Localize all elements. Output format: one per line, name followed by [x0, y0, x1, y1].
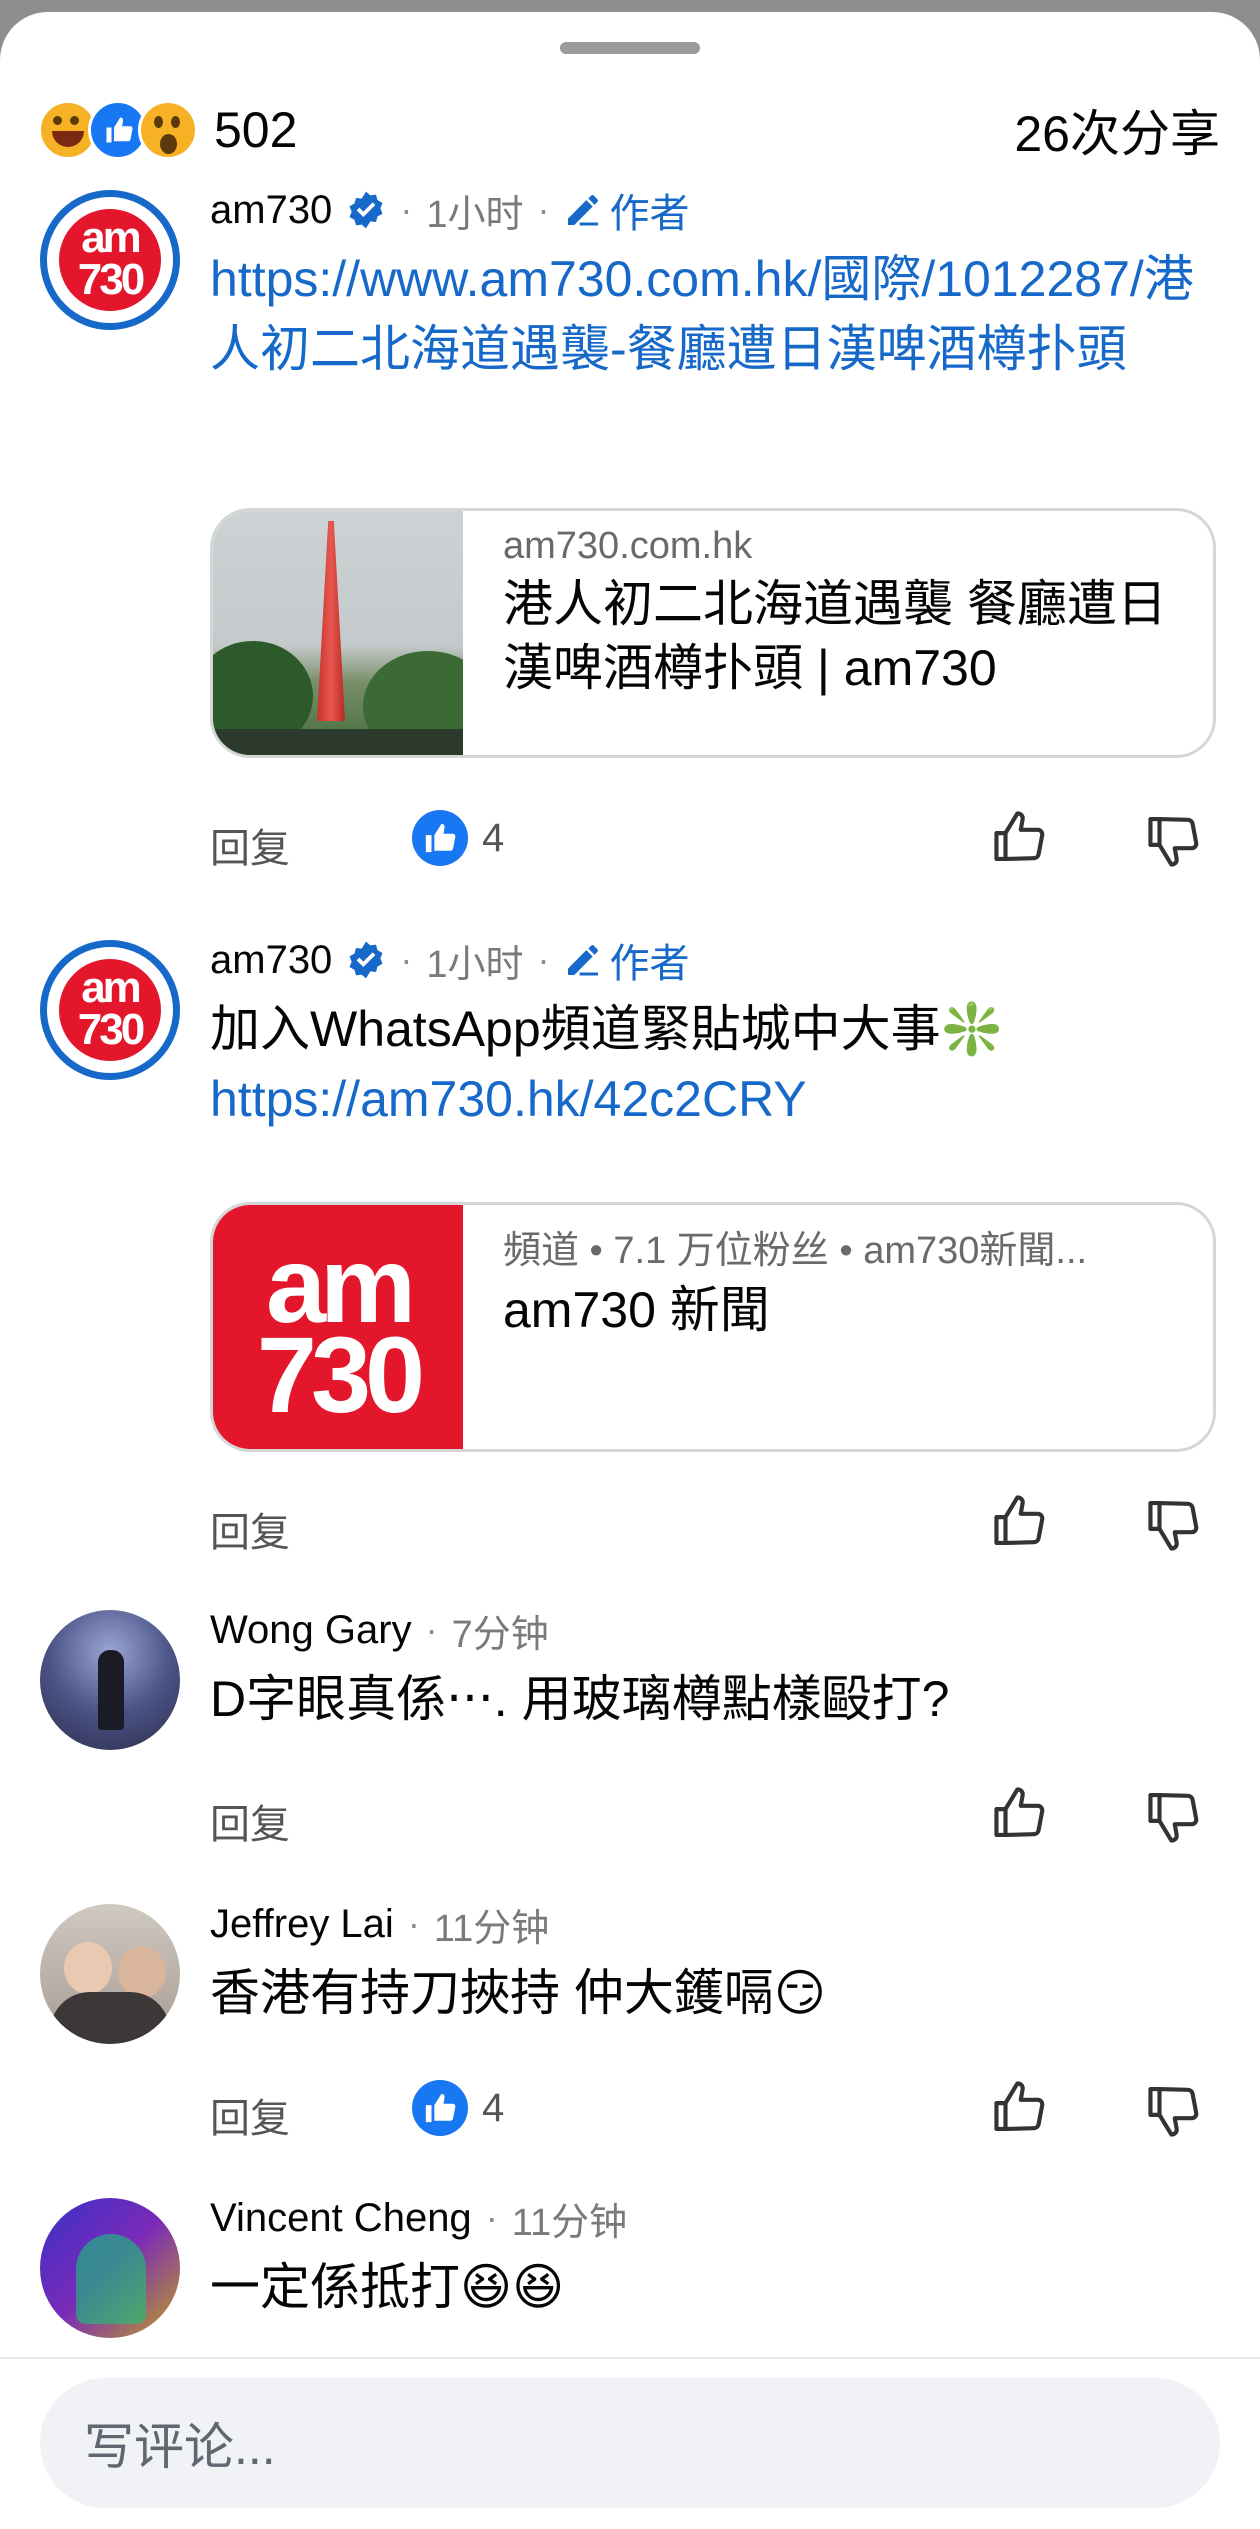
- avatar[interactable]: [40, 2198, 180, 2338]
- reply-button[interactable]: 回复: [210, 816, 290, 874]
- comment-link[interactable]: https://www.am730.com.hk/國際/1012287/港人初二…: [210, 251, 1194, 377]
- comment-text: 加入WhatsApp頻道緊貼城中大事❇️: [210, 1001, 1003, 1057]
- avatar[interactable]: [40, 1904, 180, 2044]
- like-icon: [412, 2080, 468, 2136]
- avatar-logo-bottom: 730: [77, 1005, 145, 1054]
- comment-actions: 回复 4: [210, 2076, 1220, 2146]
- wow-icon: [138, 100, 198, 160]
- comment-actions: 回复: [210, 1782, 1220, 1852]
- avatar[interactable]: am 730: [40, 190, 180, 330]
- commenter-name[interactable]: am730: [210, 188, 332, 233]
- comment-likes[interactable]: 4: [412, 810, 504, 866]
- reply-button[interactable]: 回复: [210, 2086, 290, 2144]
- comment-time: 1小时: [426, 193, 524, 236]
- channel-logo-bottom: 730: [256, 1314, 425, 1435]
- thumbs-up-icon[interactable]: [990, 2076, 1052, 2138]
- avatar[interactable]: am 730: [40, 940, 180, 1080]
- thumbs-down-icon[interactable]: [1144, 1494, 1206, 1556]
- composer-divider: [0, 2357, 1260, 2359]
- pencil-icon: [568, 195, 599, 226]
- comment-actions: 回复 4: [210, 806, 1220, 876]
- thumbs-up-icon[interactable]: [990, 806, 1052, 868]
- comment-link[interactable]: https://am730.hk/42c2CRY: [210, 1064, 1220, 1134]
- comments-sheet: 502 26次分享 am 730 am730 · 1小时 · 作者 https:/…: [0, 12, 1260, 2529]
- link-title: am730 新聞: [503, 1282, 770, 1338]
- link-title: 港人初二北海道遇襲 餐廳遭日漢啤酒樽扑頭 | am730: [503, 576, 1167, 696]
- author-badge: 作者: [563, 931, 689, 989]
- link-domain: am730.com.hk: [503, 525, 753, 567]
- channel-logo: am 730: [213, 1205, 463, 1449]
- link-preview-card[interactable]: am 730 頻道 • 7.1 万位粉丝 • am730新聞... am730 …: [210, 1202, 1216, 1452]
- comment-input[interactable]: 写评论...: [40, 2378, 1220, 2508]
- comment-likes[interactable]: 4: [412, 2080, 504, 2136]
- author-label: 作者: [609, 942, 690, 986]
- link-thumbnail: [213, 511, 463, 755]
- share-count[interactable]: 26次分享: [1014, 94, 1220, 166]
- comment-text: D字眼真係‧‧‧. 用玻璃樽點樣毆打?: [210, 1671, 950, 1727]
- comment-text: 一定係抵打😆😆: [210, 2259, 565, 2315]
- reaction-count: 502: [214, 102, 298, 158]
- thumbs-down-icon[interactable]: [1144, 2080, 1206, 2142]
- commenter-name[interactable]: Jeffrey Lai: [210, 1902, 394, 1947]
- author-label: 作者: [609, 192, 690, 236]
- reactions-bar: 502 26次分享: [38, 90, 1220, 170]
- comment-time: 11分钟: [433, 1907, 550, 1950]
- verified-badge-icon: [349, 941, 383, 979]
- thumbs-down-icon[interactable]: [1144, 810, 1206, 872]
- comment-time: 11分钟: [511, 2201, 628, 2244]
- like-count: 4: [482, 815, 505, 860]
- like-count: 4: [482, 2085, 505, 2130]
- commenter-name[interactable]: Vincent Cheng: [210, 2196, 472, 2241]
- reaction-summary[interactable]: 502: [38, 100, 297, 160]
- avatar[interactable]: [40, 1610, 180, 1750]
- comment-time: 1小时: [426, 943, 524, 986]
- pencil-icon: [568, 945, 599, 976]
- author-badge: 作者: [563, 181, 689, 239]
- comment-actions: 回复: [210, 1490, 1220, 1560]
- comment-text: 香港有持刀挾持 仲大鑊嗝😏: [210, 1965, 827, 2021]
- link-domain: 頻道 • 7.1 万位粉丝 • am730新聞...: [503, 1230, 1088, 1272]
- avatar-logo-bottom: 730: [77, 255, 145, 304]
- thumbs-up-icon[interactable]: [990, 1490, 1052, 1552]
- thumbs-up-icon[interactable]: [990, 1782, 1052, 1844]
- commenter-name[interactable]: Wong Gary: [210, 1608, 412, 1653]
- like-icon: [412, 810, 468, 866]
- link-preview-card[interactable]: am730.com.hk 港人初二北海道遇襲 餐廳遭日漢啤酒樽扑頭 | am73…: [210, 508, 1216, 758]
- thumbs-down-icon[interactable]: [1144, 1786, 1206, 1848]
- reply-button[interactable]: 回复: [210, 1792, 290, 1850]
- verified-badge-icon: [349, 191, 383, 229]
- reply-button[interactable]: 回复: [210, 1500, 290, 1558]
- commenter-name[interactable]: am730: [210, 938, 332, 983]
- comment-time: 7分钟: [451, 1613, 549, 1656]
- drag-handle[interactable]: [560, 42, 700, 54]
